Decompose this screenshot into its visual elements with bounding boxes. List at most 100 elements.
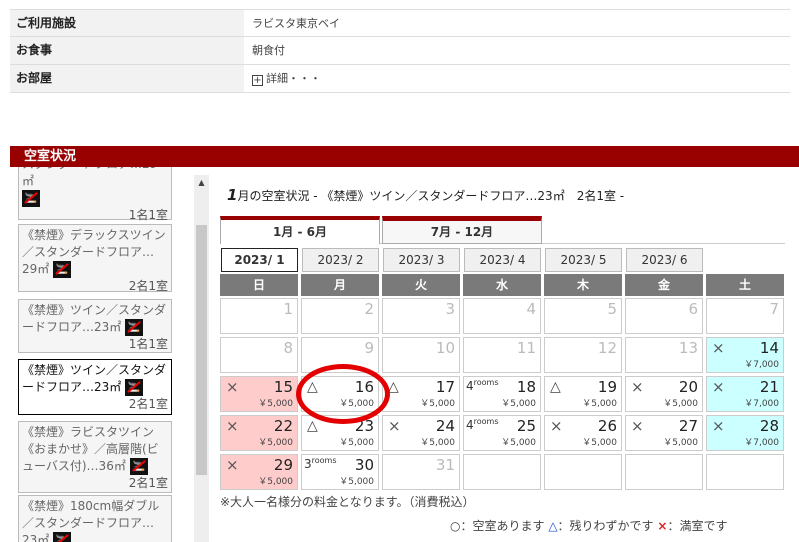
full-icon: × — [631, 378, 644, 396]
month-tab[interactable]: 2023/ 4 — [464, 248, 541, 272]
calendar-day-3: 3 — [382, 298, 460, 334]
month-tabs: 2023/ 1 2023/ 2 2023/ 3 2023/ 4 2023/ 5 … — [221, 248, 786, 272]
calendar-day-10: 10 — [382, 337, 460, 373]
room-name: 《禁煙》デラックスツイン／スタンダードフロア…29㎡ — [22, 228, 166, 276]
day-price: ￥5,000 — [258, 438, 293, 448]
month-tab[interactable]: 2023/ 5 — [545, 248, 622, 272]
calendar-title: 1月の空室状況 - 《禁煙》ツイン／スタンダードフロア…23㎡ 2名1室 - — [227, 186, 624, 204]
calendar-day-27[interactable]: 27 × ￥5,000 — [625, 415, 703, 451]
day-price: ￥5,000 — [339, 438, 374, 448]
scroll-up-icon[interactable]: ▲ — [194, 175, 209, 190]
room-item[interactable]: 《禁煙》デラックスツイン／スタンダードフロア…29㎡ 🚬 2名1室 — [18, 224, 172, 293]
calendar-day-7: 7 — [706, 298, 784, 334]
room-item-selected[interactable]: 《禁煙》ツイン／スタンダードフロア…23㎡ 🚬 2名1室 — [18, 359, 172, 415]
calendar-day-19[interactable]: 19 △ ￥5,000 — [544, 376, 622, 412]
day-number: 20 — [678, 378, 698, 396]
calendar-day-28[interactable]: 28 × ￥7,000 — [706, 415, 784, 451]
rooms-label: rooms — [473, 417, 499, 426]
day-number: 24 — [435, 417, 455, 435]
month-tab[interactable]: 2023/ 1 — [221, 248, 298, 272]
full-icon: × — [226, 378, 239, 396]
tab-jan-jun[interactable]: 1月 - 6月 — [220, 216, 380, 244]
expand-icon[interactable]: + — [252, 75, 263, 86]
full-icon: × — [712, 417, 725, 435]
room-details-link[interactable]: + 詳細・・・ — [244, 65, 790, 92]
day-price: ￥7,000 — [744, 438, 779, 448]
details-label[interactable]: 詳細・・・ — [266, 72, 321, 85]
calendar-day-21[interactable]: 21 × ￥7,000 — [706, 376, 784, 412]
legend: ○：空室あります △：残りわずかです ×：満室です — [450, 517, 727, 534]
room-item[interactable]: 《禁煙》ラビスタツイン《おまかせ》／高層階(ビューバス付)…36㎡ 🚬 2名1室 — [18, 421, 172, 493]
calendar-day-15[interactable]: 15 × ￥5,000 — [220, 376, 298, 412]
day-price: ￥5,000 — [663, 399, 698, 409]
room-count: 2名1室 — [128, 476, 168, 490]
day-number: 4 — [526, 300, 536, 318]
calendar-day-29[interactable]: 29 × ￥5,000 — [220, 454, 298, 490]
tab-jul-dec[interactable]: 7月 - 12月 — [382, 216, 542, 244]
calendar-day-2: 2 — [301, 298, 379, 334]
calendar-day-1: 1 — [220, 298, 298, 334]
calendar-day-8: 8 — [220, 337, 298, 373]
day-number: 17 — [435, 378, 455, 396]
no-smoking-icon: 🚬 — [53, 532, 72, 542]
scroll-thumb[interactable] — [196, 225, 207, 475]
calendar-day-14[interactable]: 14 × ￥7,000 — [706, 337, 784, 373]
day-number: 27 — [678, 417, 698, 435]
room-item[interactable]: 《禁煙》ツイン／スタンダードフロア…23㎡ 🚬 1名1室 — [18, 299, 172, 353]
day-number: 31 — [435, 456, 455, 474]
calendar-day-30[interactable]: 30 3rooms ￥5,000 — [301, 454, 379, 490]
room-name: 《禁煙》ツイン／スタンダードフロア…23㎡ — [22, 303, 167, 334]
calendar-day-22[interactable]: 22 × ￥5,000 — [220, 415, 298, 451]
day-number: 10 — [435, 339, 455, 357]
day-price: ￥7,000 — [744, 360, 779, 370]
day-number: 29 — [273, 456, 293, 474]
few-left-icon: △ — [550, 379, 561, 395]
room-list-scrollbar[interactable]: ▲ — [194, 175, 209, 542]
section-title: 空室状況 — [10, 146, 799, 167]
day-number: 25 — [516, 417, 536, 435]
calendar-day-26[interactable]: 26 × ￥5,000 — [544, 415, 622, 451]
room-name: スタンダードフロア…29㎡ — [22, 167, 157, 188]
month-tab[interactable]: 2023/ 6 — [626, 248, 703, 272]
full-icon: × — [226, 456, 239, 474]
room-item[interactable]: 《禁煙》180cm幅ダブル／スタンダードフロア…23㎡ 🚬 — [18, 495, 172, 542]
calendar-day-18[interactable]: 18 4rooms ￥5,000 — [463, 376, 541, 412]
full-icon: × — [712, 378, 725, 396]
room-item[interactable]: スタンダードフロア…29㎡ 🚬 1名1室 — [18, 167, 172, 222]
weekday-header: 金 — [625, 274, 703, 296]
day-price: ￥7,000 — [744, 399, 779, 409]
day-number: 11 — [516, 339, 536, 357]
day-number: 12 — [597, 339, 617, 357]
rooms-left: 4rooms — [466, 378, 499, 393]
calendar-day-24[interactable]: 24 × ￥5,000 — [382, 415, 460, 451]
day-number: 19 — [597, 378, 617, 396]
info-row-facility: ご利用施設 ラビスタ東京ベイ — [10, 9, 790, 37]
day-number: 18 — [516, 378, 536, 396]
calendar-day-17[interactable]: 17 △ ￥5,000 — [382, 376, 460, 412]
info-row-room: お部屋 + 詳細・・・ — [10, 65, 790, 93]
day-number: 5 — [607, 300, 617, 318]
rooms-left: 3rooms — [304, 456, 337, 471]
calendar-day-12: 12 — [544, 337, 622, 373]
day-price: ￥5,000 — [501, 438, 536, 448]
month-tab[interactable]: 2023/ 3 — [383, 248, 460, 272]
weekday-header: 木 — [544, 274, 622, 296]
month-tab[interactable]: 2023/ 2 — [302, 248, 379, 272]
day-price: ￥5,000 — [420, 399, 455, 409]
day-number: 15 — [273, 378, 293, 396]
room-list: スタンダードフロア…29㎡ 🚬 1名1室 《禁煙》デラックスツイン／スタンダード… — [14, 167, 210, 542]
full-icon: × — [388, 417, 401, 435]
few-left-icon: △ — [307, 418, 318, 434]
no-smoking-icon: 🚬 — [125, 379, 144, 396]
calendar-day-20[interactable]: 20 × ￥5,000 — [625, 376, 703, 412]
day-number: 2 — [364, 300, 374, 318]
full-icon: × — [550, 417, 563, 435]
legend-full: ：満室です — [667, 519, 728, 533]
room-name: 《禁煙》180cm幅ダブル／スタンダードフロア…23㎡ — [22, 499, 160, 542]
day-price: ￥5,000 — [258, 477, 293, 487]
day-number: 26 — [597, 417, 617, 435]
calendar-day-25[interactable]: 25 4rooms ￥5,000 — [463, 415, 541, 451]
day-number: 30 — [354, 456, 374, 474]
calendar-day-13: 13 — [625, 337, 703, 373]
half-year-tabs: 1月 - 6月 7月 - 12月 — [220, 216, 785, 244]
